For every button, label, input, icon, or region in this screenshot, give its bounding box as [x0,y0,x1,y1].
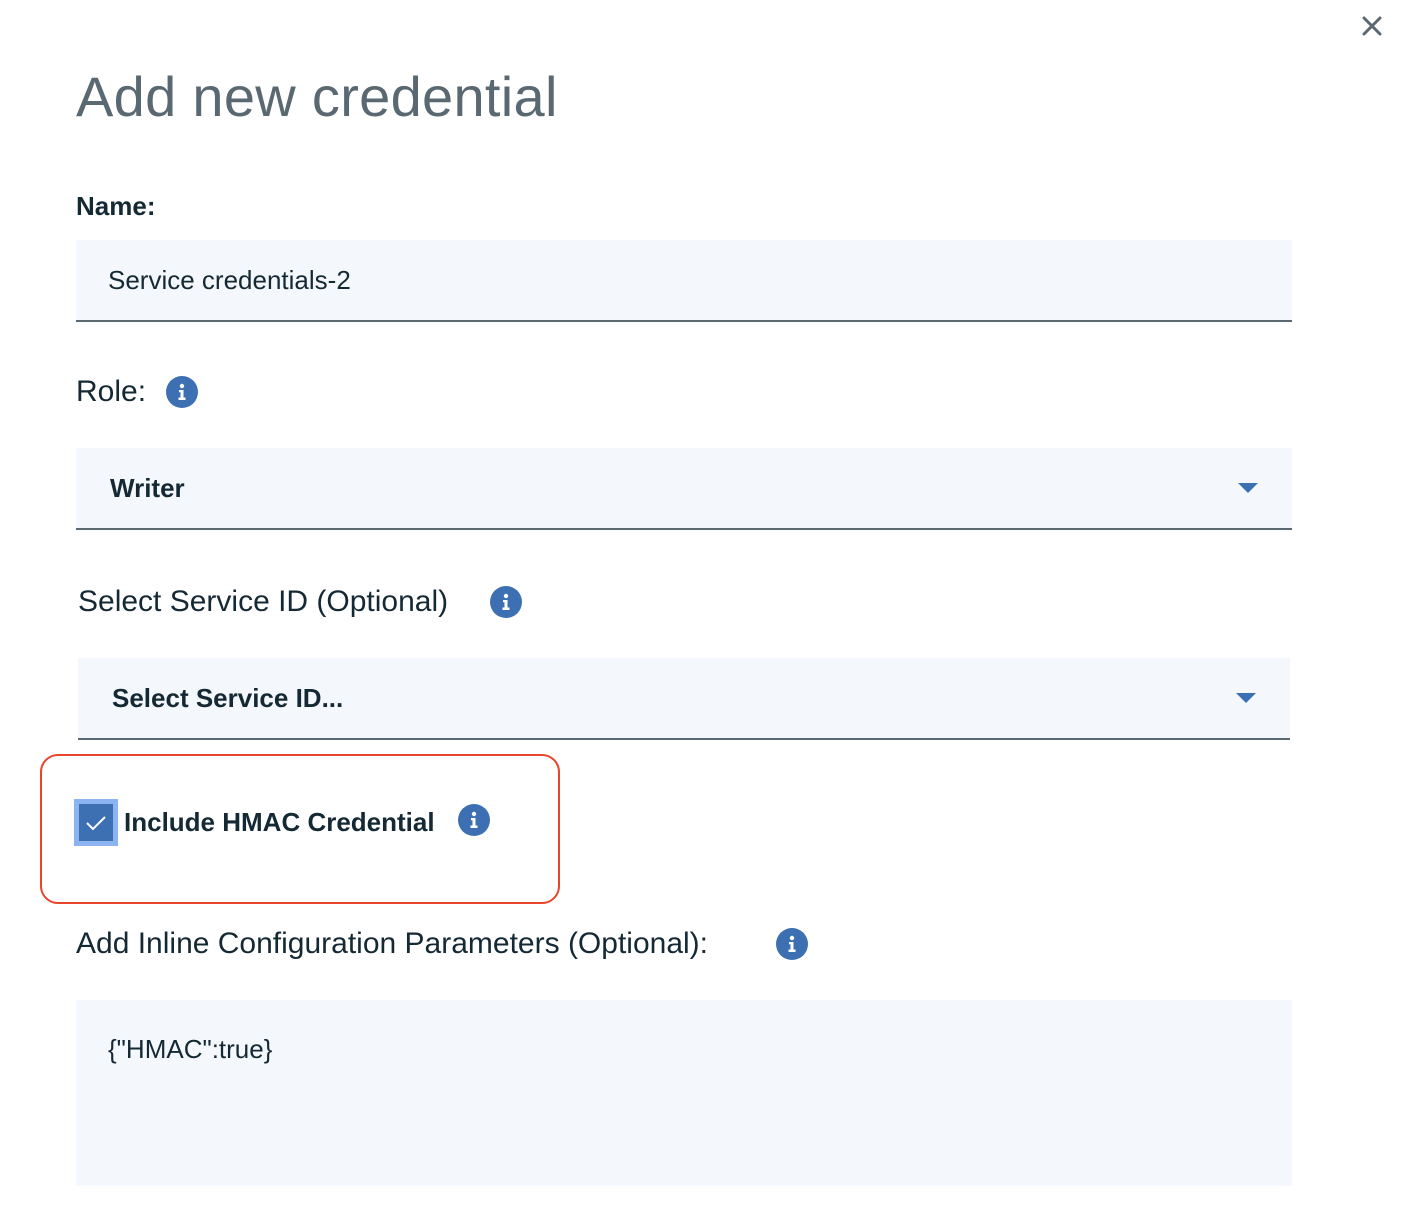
role-select[interactable]: Writer [76,448,1292,530]
role-info-icon[interactable] [166,376,198,408]
service-id-selected-value: Select Service ID... [112,682,344,713]
close-icon [1362,16,1382,36]
name-input[interactable] [76,240,1292,322]
dialog-title: Add new credential [76,65,558,128]
hmac-info-icon[interactable] [458,804,490,836]
inline-params-info-icon[interactable] [776,928,808,960]
inline-params-label: Add Inline Configuration Parameters (Opt… [76,927,708,960]
name-label: Name: [76,191,156,221]
close-button[interactable] [1356,10,1388,42]
hmac-checkbox[interactable] [74,799,118,846]
hmac-checkbox-label[interactable]: Include HMAC Credential [124,802,435,842]
chevron-down-icon [1238,483,1258,493]
service-id-label: Select Service ID (Optional) [78,585,449,618]
chevron-down-icon [1236,693,1256,703]
service-id-select[interactable]: Select Service ID... [78,658,1290,740]
checkmark-icon [86,815,106,830]
inline-params-textarea[interactable]: {"HMAC":true} [76,1000,1292,1186]
role-selected-value: Writer [110,472,185,503]
service-id-info-icon[interactable] [490,586,522,618]
role-label: Role: [76,375,147,408]
